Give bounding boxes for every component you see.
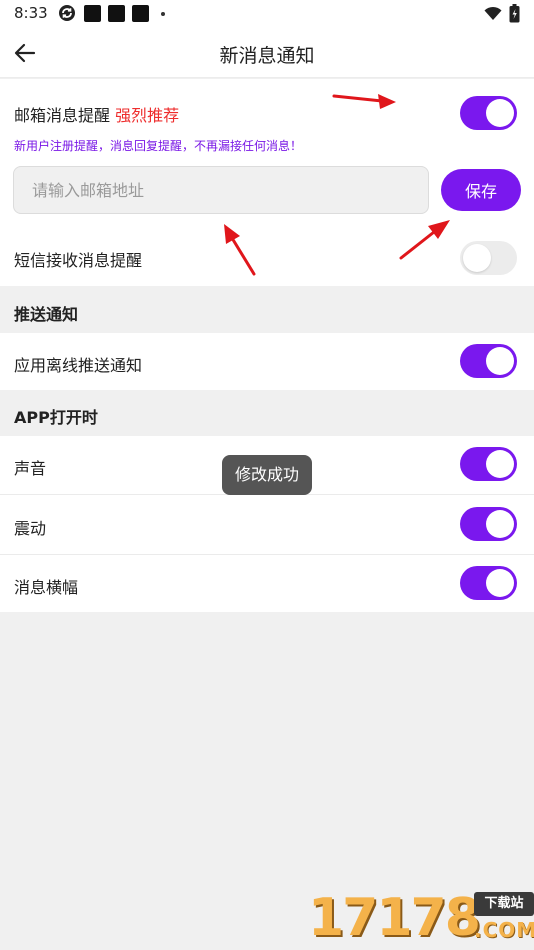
- toggle-knob: [486, 510, 514, 538]
- push-section-header: 推送通知: [14, 305, 79, 324]
- notification-square-icon: [108, 5, 125, 22]
- email-reminder-toggle[interactable]: [460, 96, 517, 130]
- watermark-logo: 17178 下载站 .COM: [308, 888, 534, 950]
- email-input[interactable]: [13, 166, 429, 214]
- divider: [0, 554, 534, 555]
- sms-reminder-toggle[interactable]: [460, 241, 517, 275]
- watermark-domain: .COM: [474, 918, 534, 942]
- annotation-arrow-icon: [399, 220, 450, 260]
- sms-reminder-label: 短信接收消息提醒: [14, 251, 143, 270]
- vibration-label: 震动: [14, 519, 47, 538]
- watermark-digits: 17178: [308, 888, 481, 948]
- toggle-knob: [486, 99, 514, 127]
- toggle-knob: [486, 450, 514, 478]
- toggle-knob: [463, 244, 491, 272]
- status-bar: 8:33: [0, 0, 534, 30]
- sound-toggle[interactable]: [460, 447, 517, 481]
- toggle-knob: [486, 569, 514, 597]
- watermark-badge: 下载站: [474, 892, 534, 916]
- sync-icon: [59, 5, 75, 21]
- notification-square-icon: [84, 5, 101, 22]
- email-reminder-hint: 新用户注册提醒，消息回复提醒，不再漏接任何消息！: [14, 139, 303, 153]
- sound-label: 声音: [14, 459, 47, 478]
- more-dot-icon: [161, 12, 165, 16]
- email-reminder-label: 邮箱消息提醒: [14, 106, 111, 125]
- offline-push-label: 应用离线推送通知: [14, 356, 143, 375]
- email-reminder-row: 邮箱消息提醒 强烈推荐: [14, 102, 179, 126]
- save-button[interactable]: 保存: [441, 169, 521, 211]
- page-title: 新消息通知: [219, 45, 315, 67]
- annotation-arrow-icon: [332, 94, 396, 109]
- notification-square-icon: [132, 5, 149, 22]
- vibration-toggle[interactable]: [460, 507, 517, 541]
- wifi-icon: [484, 6, 502, 20]
- battery-icon: [509, 4, 520, 23]
- recommend-badge: 强烈推荐: [115, 106, 180, 125]
- banner-toggle[interactable]: [460, 566, 517, 600]
- app-open-section-header: APP打开时: [14, 408, 98, 427]
- banner-label: 消息横幅: [14, 578, 79, 597]
- toggle-knob: [486, 347, 514, 375]
- status-time: 8:33: [14, 4, 48, 22]
- app-bar: 新消息通知: [0, 30, 534, 78]
- toast-message: 修改成功: [222, 455, 312, 495]
- offline-push-toggle[interactable]: [460, 344, 517, 378]
- annotation-arrow-icon: [224, 224, 256, 276]
